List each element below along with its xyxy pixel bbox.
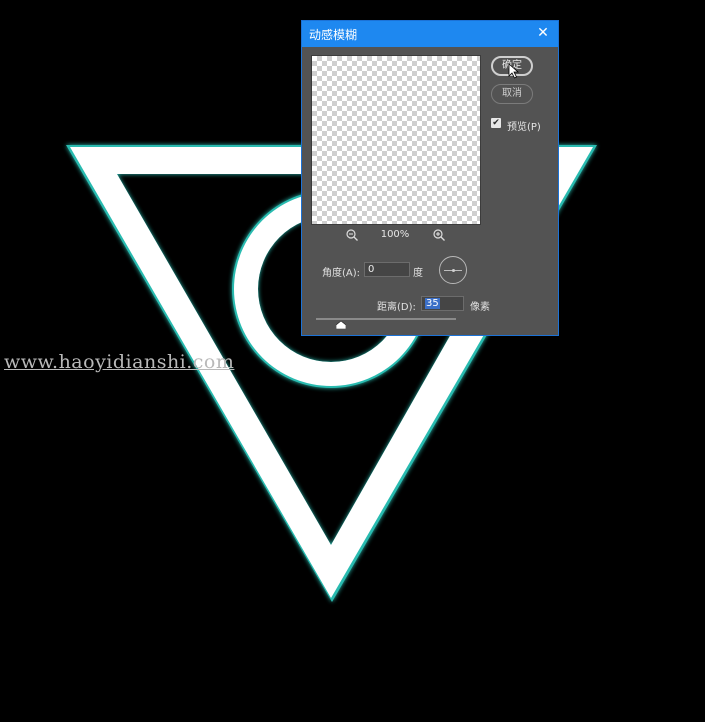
preview-checkbox[interactable]: ✔	[491, 118, 501, 128]
close-icon[interactable]: ✕	[534, 24, 552, 42]
angle-unit: 度	[413, 268, 423, 279]
distance-slider-track[interactable]	[316, 318, 456, 320]
distance-label: 距离(D):	[377, 302, 416, 313]
angle-input[interactable]: 0	[364, 262, 410, 277]
cancel-button[interactable]: 取消	[491, 84, 533, 104]
dial-center	[452, 269, 455, 272]
distance-slider-thumb[interactable]	[336, 321, 347, 329]
preview-zoom-row: 100%	[302, 228, 488, 244]
motion-blur-dialog: 动感模糊 ✕ 100% 确定 取消 ✔ 预览(P) 角度(A): 0 度 距离(…	[301, 20, 559, 336]
dialog-title: 动感模糊	[309, 28, 358, 42]
dialog-titlebar[interactable]: 动感模糊 ✕	[302, 21, 558, 47]
preview-area[interactable]	[311, 55, 481, 225]
distance-unit: 像素	[470, 302, 490, 313]
distance-value: 35	[425, 298, 440, 309]
angle-label: 角度(A):	[322, 268, 361, 279]
zoom-level: 100%	[380, 229, 410, 240]
zoom-out-icon[interactable]	[345, 228, 359, 242]
distance-input[interactable]: 35	[421, 296, 464, 311]
angle-dial[interactable]	[439, 256, 467, 284]
watermark-text: www.haoyidianshi.com	[4, 351, 235, 373]
zoom-in-icon[interactable]	[432, 228, 446, 242]
preview-checkbox-label: 预览(P)	[507, 122, 541, 133]
mouse-cursor-icon	[508, 63, 520, 79]
